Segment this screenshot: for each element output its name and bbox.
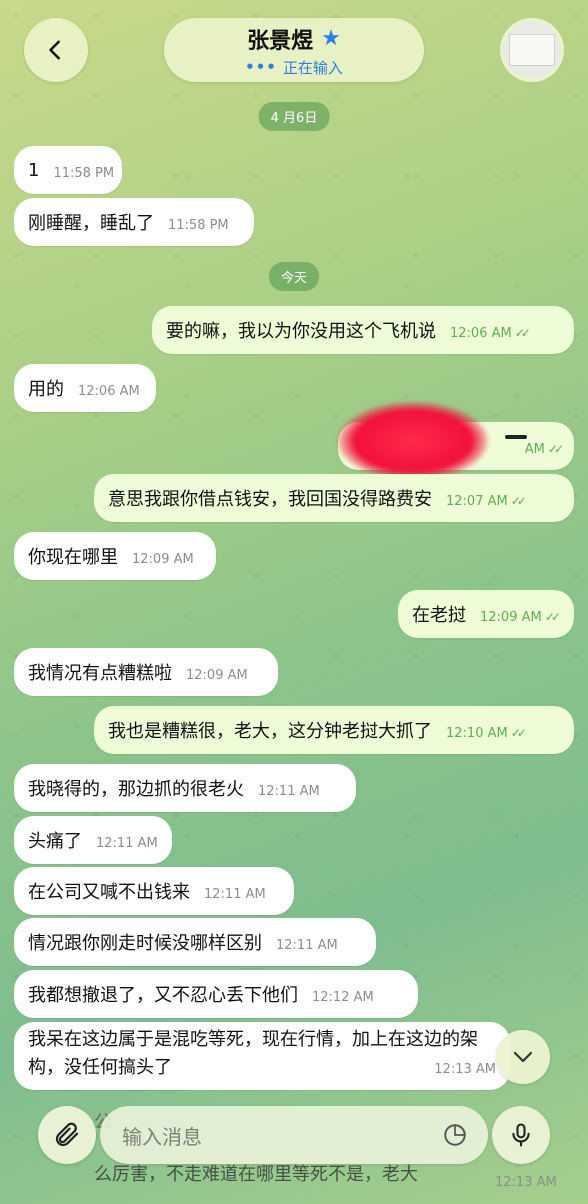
message-incoming[interactable]: 我呆在这边属于是混吃等死，现在行情，加上在这边的架构，没任何搞头了 12:13 … <box>14 1022 510 1090</box>
message-outgoing[interactable]: 在老挝 12:09 AM ✓✓ <box>398 590 574 638</box>
message-text: 在老挝 <box>412 605 466 626</box>
message-time: 12:09 AM <box>480 609 542 625</box>
message-time: 12:06 AM <box>450 325 512 341</box>
star-icon: ★ <box>321 25 341 51</box>
typing-status: ••• 正在输入 <box>245 57 343 78</box>
message-time-wrap: AM ✓✓ <box>524 441 564 457</box>
read-ticks-icon: ✓✓ <box>544 610 561 624</box>
message-incoming[interactable]: 我晓得的，那边抓的很老火 12:11 AM <box>14 764 356 812</box>
message-time: 12:09 AM <box>186 667 248 683</box>
message-time: 12:11 AM <box>258 783 320 799</box>
message-text: 刚睡醒，睡乱了 <box>28 213 154 234</box>
message-time: 11:58 PM <box>168 217 229 233</box>
message-text: 要的嘛，我以为你没用这个飞机说 <box>166 321 436 342</box>
attach-button[interactable] <box>38 1106 96 1164</box>
message-text: 意思我跟你借点钱安，我回国没得路费安 <box>108 489 432 510</box>
message-time: 12:06 AM <box>78 383 140 399</box>
avatar[interactable] <box>500 18 564 82</box>
message-text: 我呆在这边属于是混吃等死，现在行情，加上在这边的架构，没任何搞头了 <box>28 1029 478 1078</box>
message-incoming[interactable]: 用的 12:06 AM <box>14 364 156 412</box>
read-ticks-icon: ✓✓ <box>510 494 527 508</box>
typing-dots-icon: ••• <box>245 58 277 76</box>
message-text: 你现在哪里 <box>28 547 118 568</box>
partial-message-time: 12:13 AM <box>495 1175 557 1190</box>
chevron-down-icon <box>513 1051 533 1063</box>
read-ticks-icon: ✓✓ <box>510 726 527 740</box>
message-time: 11:58 PM <box>53 165 115 181</box>
message-input-placeholder: 输入消息 <box>122 1124 202 1149</box>
message-text: 头痛了 <box>28 831 82 852</box>
date-chip: 今天 <box>268 262 320 291</box>
message-time: 12:12 AM <box>312 989 374 1005</box>
message-time: 12:10 AM <box>446 725 508 741</box>
message-text: 我都想撤退了，又不忍心丢下他们 <box>28 985 298 1006</box>
message-text: 情况跟你刚走时候没哪样区别 <box>28 933 262 954</box>
scroll-to-bottom-button[interactable] <box>496 1030 550 1084</box>
paperclip-icon <box>55 1122 79 1147</box>
voice-record-button[interactable] <box>492 1106 550 1164</box>
message-text: 我情况有点糟糕啦 <box>28 663 172 684</box>
message-text: 1 <box>28 159 40 181</box>
message-time: AM <box>524 441 545 457</box>
message-time-wrap: 12:06 AM ✓✓ <box>450 325 531 341</box>
message-incoming[interactable]: 我情况有点糟糕啦 12:09 AM <box>14 648 278 696</box>
message-text: 我晓得的，那边抓的很老火 <box>28 779 244 800</box>
message-outgoing[interactable]: 要的嘛，我以为你没用这个飞机说 12:06 AM ✓✓ <box>152 306 574 354</box>
message-time: 12:09 AM <box>132 551 194 567</box>
message-time: 12:11 AM <box>96 835 158 851</box>
message-text: 在公司又喊不出钱来 <box>28 882 190 903</box>
message-text: 用的 <box>28 379 64 400</box>
message-incoming[interactable]: 我都想撤退了，又不忍心丢下他们 12:12 AM <box>14 970 418 1018</box>
read-ticks-icon: ✓✓ <box>514 326 531 340</box>
microphone-icon <box>512 1123 530 1147</box>
message-incoming[interactable]: 情况跟你刚走时候没哪样区别 12:11 AM <box>14 918 376 966</box>
message-input[interactable]: 输入消息 <box>100 1106 488 1164</box>
message-time: 12:07 AM <box>446 493 508 509</box>
chat-title[interactable]: 张景煜 ★ ••• 正在输入 <box>164 18 424 82</box>
redaction-scribble <box>338 402 488 480</box>
message-time-wrap: 12:09 AM ✓✓ <box>480 609 561 625</box>
message-incoming[interactable]: 刚睡醒，睡乱了 11:58 PM <box>14 198 254 246</box>
message-text: 我也是糟糕很，老大，这分钟老挝大抓了 <box>108 721 432 742</box>
message-time: 12:11 AM <box>276 937 338 953</box>
back-button[interactable] <box>24 18 88 82</box>
sticker-icon[interactable] <box>442 1122 468 1148</box>
message-outgoing[interactable]: 我也是糟糕很，老大，这分钟老挝大抓了 12:10 AM ✓✓ <box>94 706 574 754</box>
message-incoming[interactable]: 在公司又喊不出钱来 12:11 AM <box>14 867 294 915</box>
date-chip: 4 月6日 <box>258 102 330 131</box>
message-time-wrap: 12:07 AM ✓✓ <box>446 493 527 509</box>
chevron-left-icon <box>49 40 60 60</box>
message-time: 12:11 AM <box>204 886 266 902</box>
read-ticks-icon: ✓✓ <box>547 442 564 456</box>
avatar-image <box>509 34 555 66</box>
message-incoming[interactable]: 头痛了 12:11 AM <box>14 816 172 864</box>
contact-name: 张景煜 <box>247 28 314 54</box>
message-time-wrap: 12:10 AM ✓✓ <box>446 725 527 741</box>
status-text: 正在输入 <box>282 58 343 77</box>
message-time: 12:13 AM <box>434 1062 496 1077</box>
message-incoming[interactable]: 你现在哪里 12:09 AM <box>14 532 216 580</box>
message-incoming[interactable]: 1 11:58 PM <box>14 146 122 194</box>
message-outgoing[interactable]: 意思我跟你借点钱安，我回国没得路费安 12:07 AM ✓✓ <box>94 474 574 522</box>
redaction-mark <box>505 435 527 439</box>
